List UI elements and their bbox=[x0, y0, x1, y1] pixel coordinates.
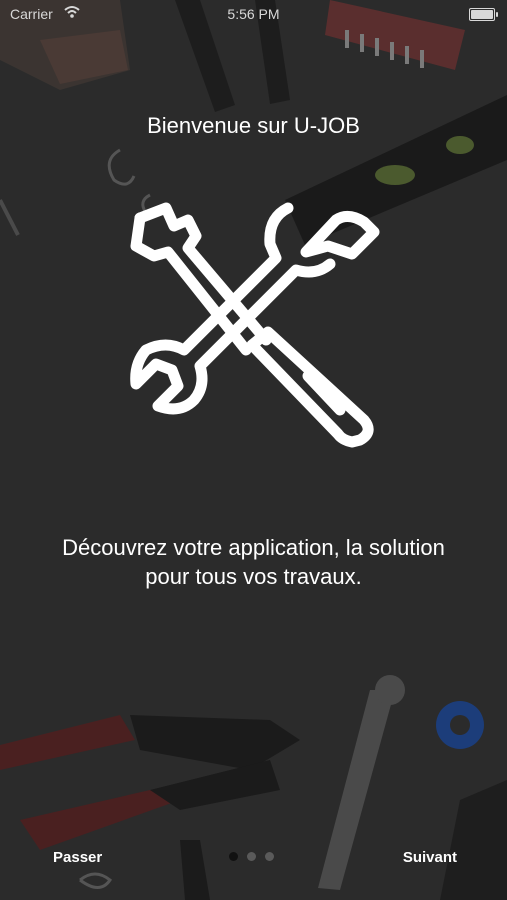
description-line-1: Découvrez votre application, la solution bbox=[62, 535, 445, 560]
skip-button[interactable]: Passer bbox=[53, 849, 102, 866]
tools-wrench-screwdriver-icon bbox=[130, 202, 380, 448]
battery-icon bbox=[469, 8, 498, 21]
page-dot-2[interactable] bbox=[247, 852, 256, 861]
page-dot-1[interactable] bbox=[229, 852, 238, 861]
page-indicator[interactable] bbox=[229, 852, 274, 861]
status-bar: Carrier 5:56 PM bbox=[0, 0, 507, 28]
onboarding-description: Découvrez votre application, la solution… bbox=[20, 533, 487, 591]
status-time: 5:56 PM bbox=[227, 6, 280, 22]
description-line-2: pour tous vos travaux. bbox=[145, 564, 362, 589]
page-dot-3[interactable] bbox=[265, 852, 274, 861]
next-button[interactable]: Suivant bbox=[403, 849, 457, 866]
welcome-title: Bienvenue sur U-JOB bbox=[147, 113, 360, 138]
